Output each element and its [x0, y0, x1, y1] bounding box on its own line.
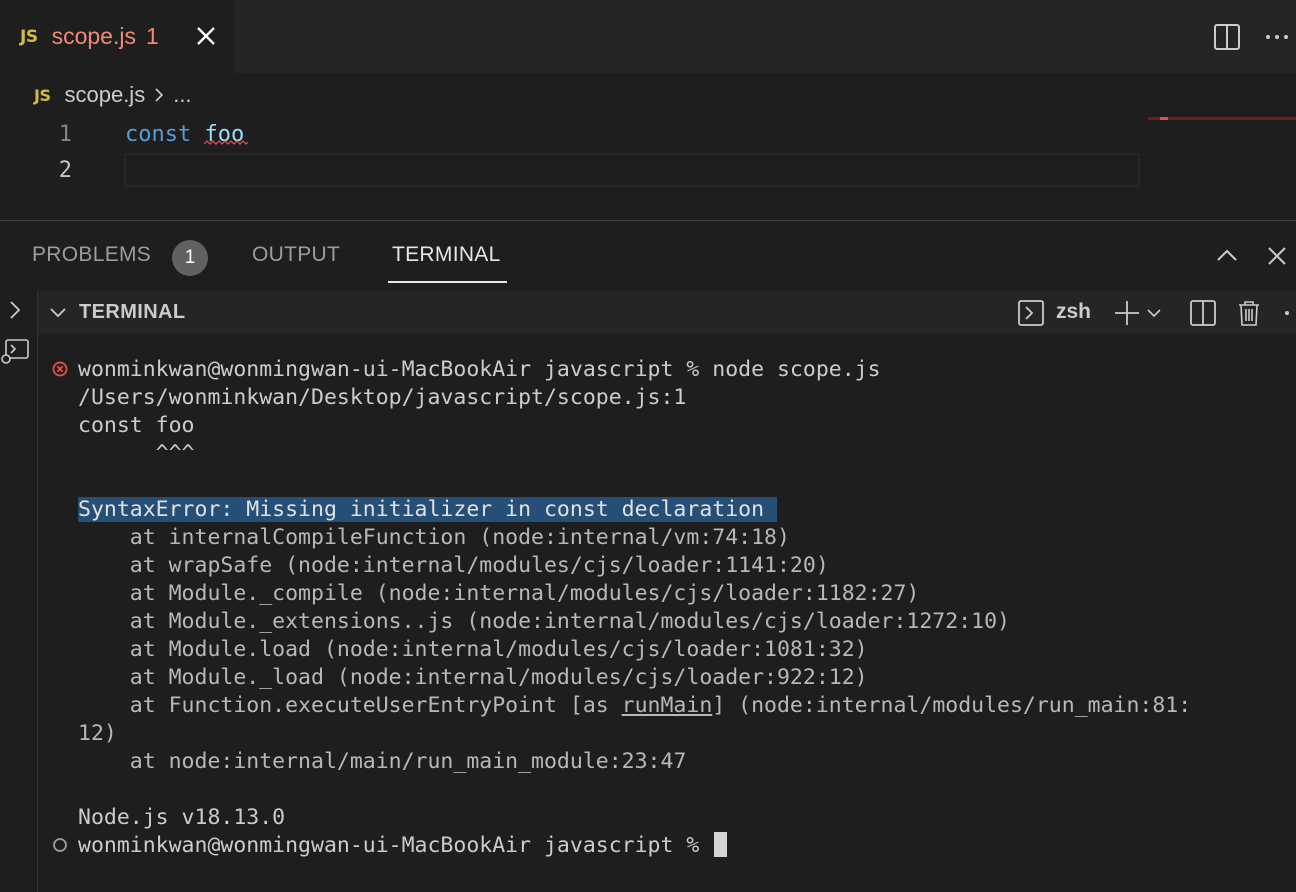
code-editor[interactable]: 1 const foo 2: [0, 117, 1296, 220]
terminal-line: ^^^: [78, 441, 195, 466]
selected-text: SyntaxError: Missing initializer in cons…: [78, 497, 777, 522]
terminal-line: const foo: [78, 413, 195, 438]
new-terminal-icon[interactable]: [1112, 298, 1142, 328]
terminal-prompt[interactable]: wonminkwan@wonmingwan-ui-MacBookAir java…: [78, 832, 728, 860]
chevron-down-icon[interactable]: [1144, 298, 1164, 328]
stack-frame: at Module.load (node:internal/modules/cj…: [78, 637, 868, 662]
terminal-shell-name[interactable]: zsh: [1056, 300, 1091, 324]
line-number: 2: [58, 158, 72, 183]
chevron-down-icon[interactable]: [48, 303, 68, 323]
terminal-shell-icon: [1018, 300, 1044, 326]
error-status-icon[interactable]: [52, 361, 68, 377]
stack-frame-text: ] (node:internal/modules/run_main:81:: [712, 693, 1192, 718]
problems-count-badge: 1: [172, 240, 208, 276]
maximize-panel-icon[interactable]: [1212, 241, 1242, 271]
editor-tab-bar: JS scope.js 1: [0, 0, 1296, 73]
overview-ruler-error-dot: [1160, 117, 1168, 120]
javascript-file-icon: JS: [34, 85, 51, 105]
keyword-token: const: [125, 122, 192, 147]
stack-link[interactable]: runMain: [622, 693, 713, 718]
terminal-line: /Users/wonminkwan/Desktop/javascript/sco…: [78, 385, 687, 410]
breadcrumb: JS scope.js ...: [0, 73, 1296, 117]
stack-frame: at Module._load (node:internal/modules/c…: [78, 665, 868, 690]
stack-frame: at node:internal/main/run_main_module:23…: [78, 749, 687, 774]
line-content: const foo: [125, 117, 249, 153]
stack-frame: at wrapSafe (node:internal/modules/cjs/l…: [78, 553, 829, 578]
terminal-tabs-gutter: [0, 291, 38, 892]
tab-label: scope.js: [51, 23, 136, 49]
more-actions-icon[interactable]: [1278, 298, 1296, 328]
chevron-right-icon[interactable]: [4, 299, 26, 321]
stack-frame-text: at Function.executeUserEntryPoint [as: [78, 693, 622, 718]
chevron-right-icon: [155, 88, 164, 102]
terminal-line: Node.js v18.13.0: [78, 805, 286, 830]
identifier-token: foo: [204, 122, 249, 147]
terminal-debug-icon[interactable]: [0, 337, 32, 367]
code-line[interactable]: 1 const foo: [0, 117, 1140, 153]
terminal-section-header: TERMINAL zsh: [38, 291, 1296, 334]
breadcrumb-file[interactable]: scope.js: [64, 82, 145, 108]
overview-ruler-error-marker: [1148, 117, 1296, 120]
close-panel-icon[interactable]: [1262, 241, 1292, 271]
tab-problems[interactable]: PROBLEMS: [32, 243, 151, 267]
tab-output[interactable]: OUTPUT: [252, 243, 340, 267]
terminal-line: wonminkwan@wonmingwan-ui-MacBookAir java…: [78, 357, 881, 382]
tab-problem-count: 1: [145, 23, 159, 49]
stack-frame: at Module._compile (node:internal/module…: [78, 581, 920, 606]
terminal-cursor: [714, 832, 728, 857]
close-icon[interactable]: [194, 24, 218, 48]
stack-frame: at internalCompileFunction (node:interna…: [78, 525, 790, 550]
code-line[interactable]: 2: [0, 153, 1140, 189]
terminal-line: SyntaxError: Missing initializer in cons…: [78, 496, 777, 524]
stack-frame: at Module._extensions..js (node:internal…: [78, 609, 1010, 634]
breadcrumb-symbols[interactable]: ...: [173, 82, 191, 108]
stack-frame: 12): [78, 721, 117, 746]
terminal-output[interactable]: wonminkwan@wonmingwan-ui-MacBookAir java…: [38, 334, 1296, 892]
line-number: 1: [58, 122, 72, 147]
stack-frame: at Function.executeUserEntryPoint [as ru…: [78, 692, 1191, 720]
prompt-text: wonminkwan@wonmingwan-ui-MacBookAir java…: [78, 833, 713, 858]
split-terminal-icon[interactable]: [1188, 298, 1218, 328]
command-status-icon[interactable]: [52, 837, 68, 853]
javascript-file-icon: JS: [20, 26, 38, 47]
split-editor-icon[interactable]: [1212, 22, 1242, 52]
tab-terminal[interactable]: TERMINAL: [392, 243, 501, 267]
editor-tab-scope-js[interactable]: JS scope.js 1: [0, 0, 234, 73]
panel-tab-bar: PROBLEMS 1 OUTPUT TERMINAL: [0, 221, 1296, 291]
error-squiggle: [204, 140, 249, 145]
active-tab-indicator: [388, 281, 507, 283]
trash-icon[interactable]: [1234, 298, 1264, 328]
more-actions-icon[interactable]: [1262, 22, 1292, 52]
terminal-section-title: TERMINAL: [79, 301, 186, 323]
